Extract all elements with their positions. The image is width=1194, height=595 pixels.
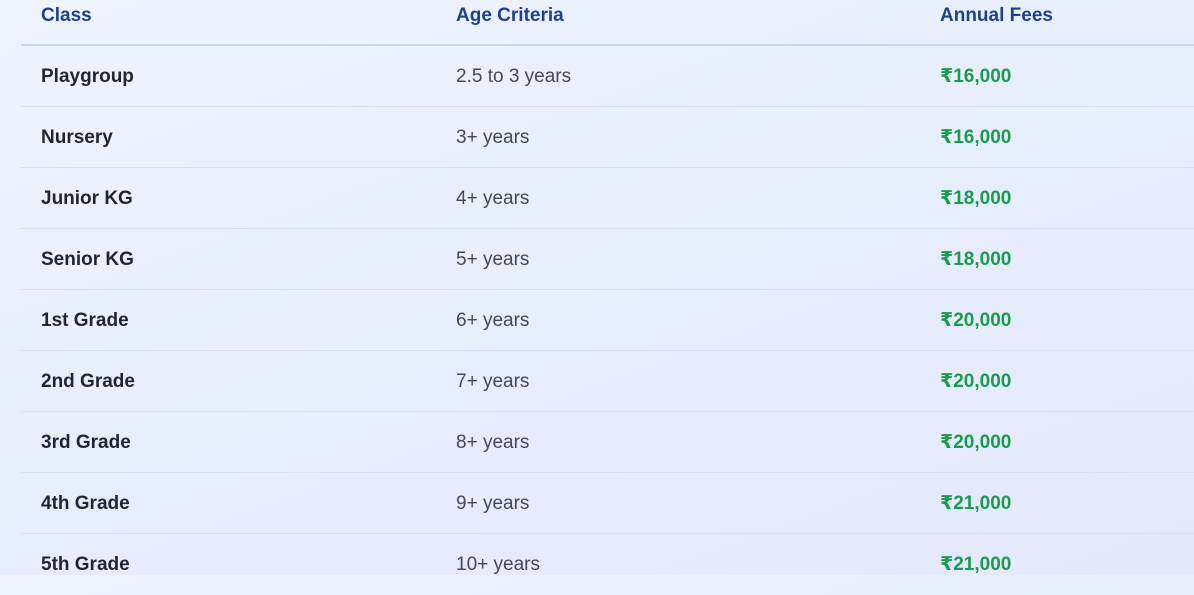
class-cell: Playgroup (41, 66, 134, 87)
table-row: Nursery 3+ years ₹16,000 (21, 107, 1194, 168)
age-cell: 3+ years (456, 127, 530, 148)
table-row: 1st Grade 6+ years ₹20,000 (21, 290, 1194, 351)
table-row: 2nd Grade 7+ years ₹20,000 (21, 351, 1194, 412)
table-row: Senior KG 5+ years ₹18,000 (21, 229, 1194, 290)
age-cell: 5+ years (456, 249, 530, 270)
class-cell: Junior KG (41, 188, 133, 209)
header-class: Class (41, 5, 92, 26)
table-row: 3rd Grade 8+ years ₹20,000 (21, 412, 1194, 473)
age-cell: 4+ years (456, 188, 530, 209)
age-cell: 2.5 to 3 years (456, 66, 572, 87)
class-cell: 2nd Grade (41, 371, 135, 392)
class-cell: Senior KG (41, 249, 134, 270)
age-cell: 7+ years (456, 371, 530, 392)
fee-cell: ₹21,000 (940, 493, 1012, 514)
fee-table: Class Age Criteria Annual Fees Playgroup… (21, 0, 1194, 595)
fee-cell: ₹16,000 (940, 127, 1012, 148)
fee-cell: ₹18,000 (940, 188, 1012, 209)
table-row: 4th Grade 9+ years ₹21,000 (21, 473, 1194, 534)
fee-cell: ₹20,000 (940, 371, 1012, 392)
fee-cell: ₹21,000 (940, 554, 1012, 575)
class-cell: 3rd Grade (41, 432, 131, 453)
header-annual-fees: Annual Fees (940, 5, 1053, 26)
fee-cell: ₹20,000 (940, 432, 1012, 453)
fee-cell: ₹20,000 (940, 310, 1012, 331)
table-row: Playgroup 2.5 to 3 years ₹16,000 (21, 46, 1194, 107)
table-row: 5th Grade 10+ years ₹21,000 (21, 534, 1194, 595)
class-cell: 5th Grade (41, 554, 130, 575)
header-age-criteria: Age Criteria (456, 5, 564, 26)
table-header-row: Class Age Criteria Annual Fees (21, 0, 1194, 46)
class-cell: 4th Grade (41, 493, 130, 514)
class-cell: Nursery (41, 127, 113, 148)
fee-cell: ₹16,000 (940, 66, 1012, 87)
fee-cell: ₹18,000 (940, 249, 1012, 270)
age-cell: 10+ years (456, 554, 540, 575)
age-cell: 6+ years (456, 310, 530, 331)
table-row: Junior KG 4+ years ₹18,000 (21, 168, 1194, 229)
age-cell: 9+ years (456, 493, 530, 514)
class-cell: 1st Grade (41, 310, 129, 331)
age-cell: 8+ years (456, 432, 530, 453)
